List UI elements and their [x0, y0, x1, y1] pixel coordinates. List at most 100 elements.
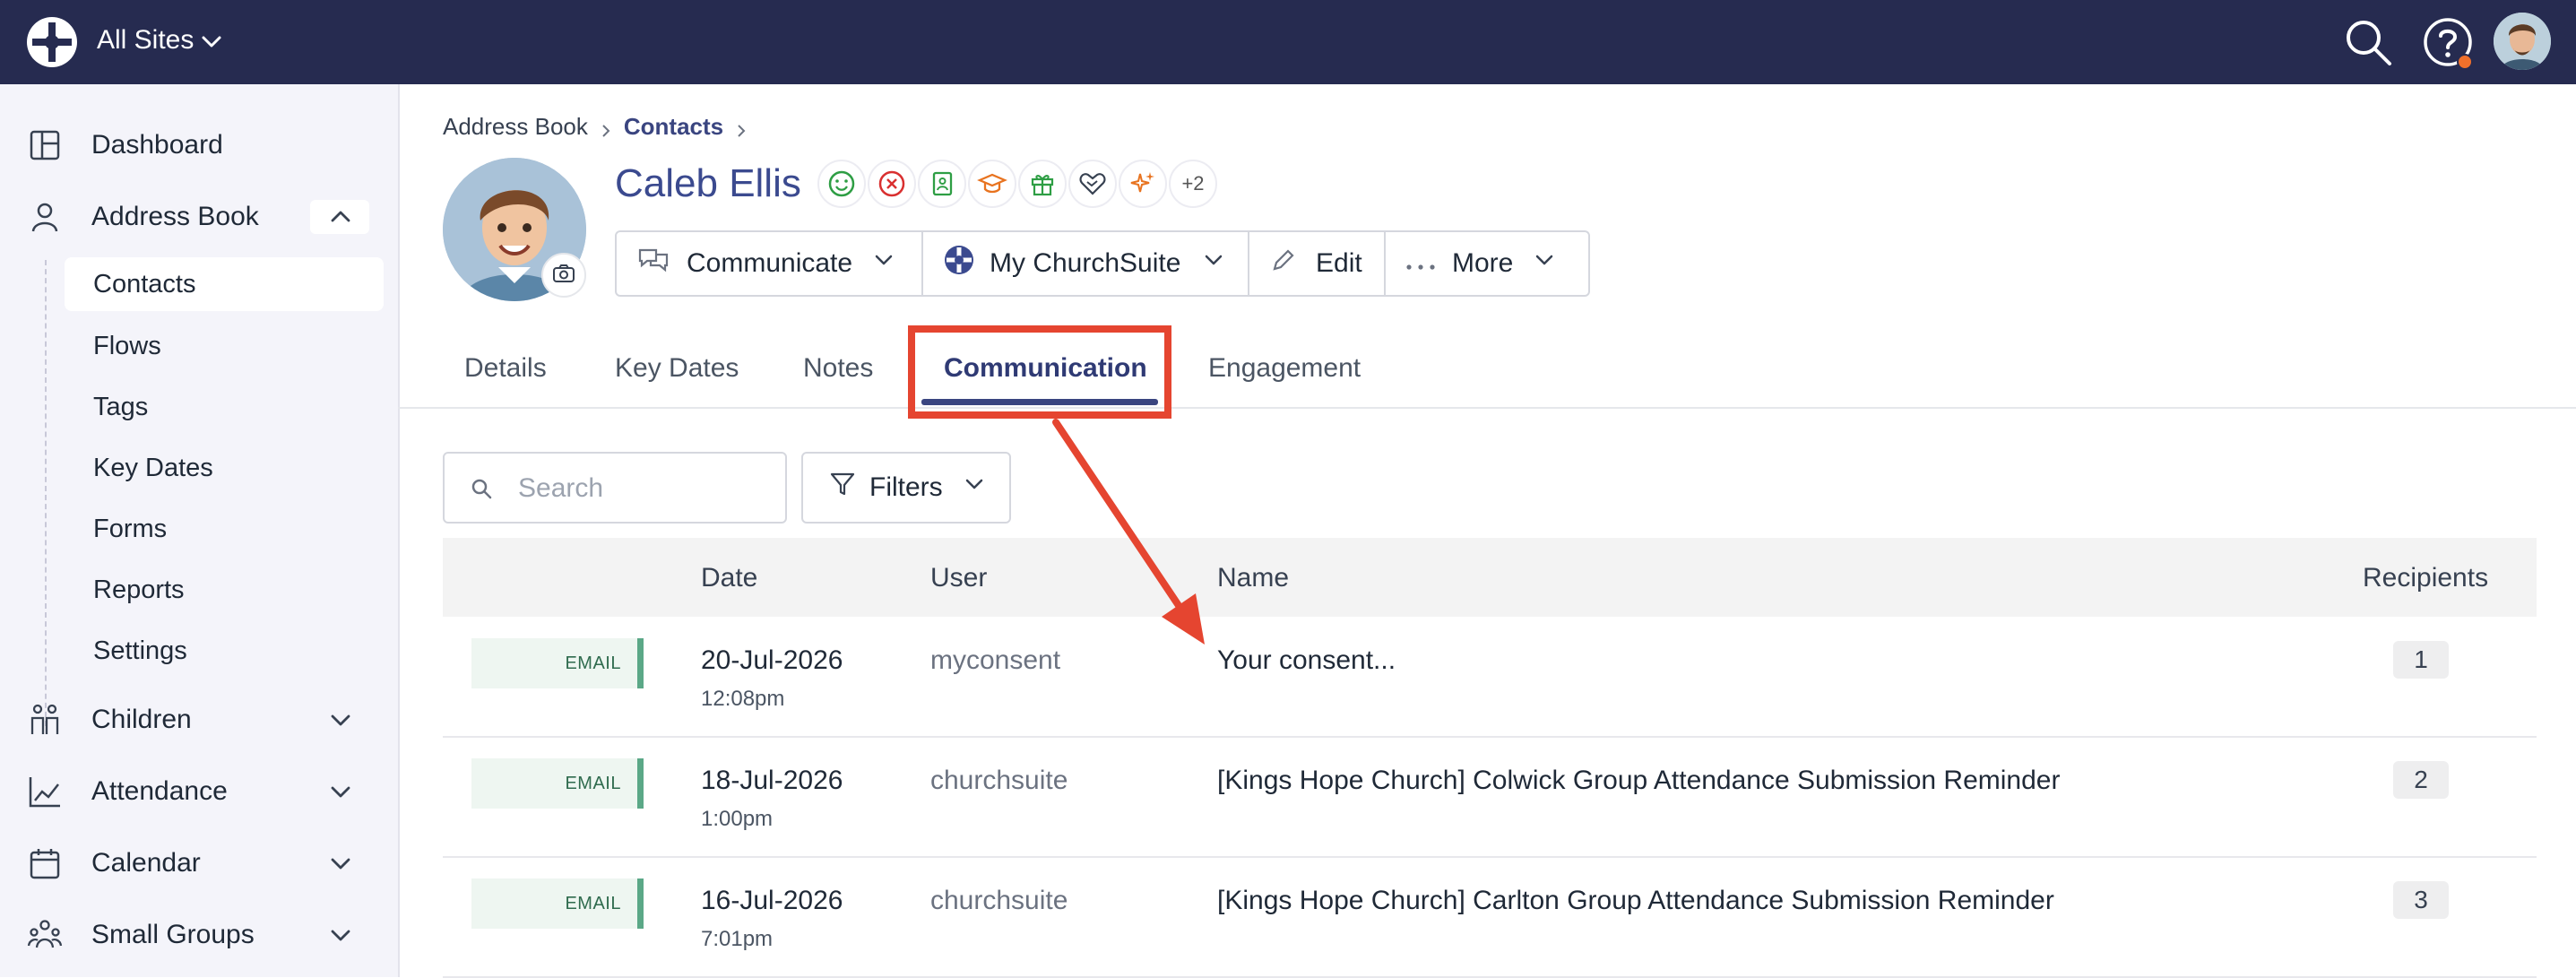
- row-name[interactable]: [Kings Hope Church] Colwick Group Attend…: [1217, 766, 2060, 796]
- contact-actions: Communicate My ChurchSuite Edit More: [615, 230, 1590, 297]
- communicate-button[interactable]: Communicate: [617, 232, 923, 295]
- row-user: churchsuite: [930, 886, 1068, 915]
- sidebar-subitem-forms[interactable]: Forms: [65, 502, 384, 556]
- filter-icon: [828, 470, 857, 506]
- churchsuite-logo-icon: [943, 244, 975, 283]
- sparkle-icon[interactable]: [1119, 160, 1167, 208]
- recipients-count: 1: [2393, 641, 2449, 679]
- email-type-badge: EMAIL: [471, 878, 644, 929]
- camera-icon: [551, 261, 576, 290]
- chart-icon: [27, 774, 63, 809]
- sidebar-item-small-groups[interactable]: Small Groups: [0, 908, 398, 962]
- table-row[interactable]: EMAIL 20-Jul-2026 12:08pm myconsent Your…: [443, 617, 2537, 738]
- sidebar-item-dashboard[interactable]: Dashboard: [0, 118, 398, 172]
- more-tags-count[interactable]: +2: [1169, 160, 1217, 208]
- chevron-down-icon: [1202, 248, 1225, 279]
- row-time: 1:00pm: [701, 807, 774, 831]
- email-type-badge: EMAIL: [471, 638, 644, 688]
- site-selector-label[interactable]: All Sites: [97, 25, 194, 56]
- sidebar-subitem-reports[interactable]: Reports: [65, 563, 384, 617]
- annotation-highlight-box: [908, 325, 1171, 419]
- row-name[interactable]: [Kings Hope Church] Carlton Group Attend…: [1217, 886, 2054, 916]
- dashboard-icon: [27, 127, 63, 163]
- sidebar-subitem-tags[interactable]: Tags: [65, 380, 384, 434]
- chevron-down-icon: [1533, 248, 1556, 279]
- email-type-badge: EMAIL: [471, 758, 644, 809]
- contact-tags: +2: [817, 160, 1219, 208]
- search-input[interactable]: [516, 470, 771, 507]
- heart-handshake-icon[interactable]: [1068, 160, 1117, 208]
- sidebar-item-label: Children: [91, 705, 192, 734]
- sidebar-subitem-contacts[interactable]: Contacts: [65, 257, 384, 311]
- recipients-count: 2: [2393, 761, 2449, 799]
- column-header-name[interactable]: Name: [1217, 563, 1289, 593]
- row-time: 12:08pm: [701, 687, 785, 711]
- chevron-down-icon[interactable]: [199, 29, 224, 54]
- churchsuite-logo-icon[interactable]: [25, 15, 79, 69]
- sidebar-item-label: Calendar: [91, 848, 201, 878]
- top-bar: All Sites: [0, 0, 2576, 84]
- filters-button[interactable]: Filters: [801, 452, 1011, 524]
- search-icon[interactable]: [2341, 15, 2395, 69]
- sidebar-subitem-flows[interactable]: Flows: [65, 319, 384, 373]
- row-user: churchsuite: [930, 766, 1068, 795]
- smile-icon[interactable]: [817, 160, 866, 208]
- user-avatar[interactable]: [2494, 13, 2551, 70]
- sidebar-item-calendar[interactable]: Calendar: [0, 836, 398, 890]
- sidebar-item-label: Attendance: [91, 776, 228, 806]
- chevron-down-icon: [324, 704, 357, 736]
- sidebar-subitem-key-dates[interactable]: Key Dates: [65, 441, 384, 495]
- row-time: 7:01pm: [701, 927, 774, 951]
- pencil-icon: [1269, 246, 1298, 281]
- sidebar-item-label: Small Groups: [91, 920, 255, 949]
- row-user: myconsent: [930, 645, 1061, 675]
- mychurchsuite-button[interactable]: My ChurchSuite: [923, 232, 1249, 295]
- chat-bubbles-icon: [636, 245, 670, 282]
- contact-card-icon[interactable]: [918, 160, 966, 208]
- sidebar-item-label: Dashboard: [91, 130, 223, 160]
- submenu-guide-line: [45, 260, 47, 726]
- person-icon: [27, 199, 63, 235]
- sidebar-item-address-book[interactable]: Address Book: [0, 190, 398, 244]
- chevron-down-icon: [963, 472, 986, 503]
- tab-engagement[interactable]: Engagement: [1208, 353, 1361, 384]
- sidebar: Dashboard Address Book Contacts Flows Ta…: [0, 84, 400, 977]
- chevron-down-icon: [872, 248, 895, 279]
- row-date: 16-Jul-2026: [701, 886, 843, 915]
- group-icon: [27, 917, 63, 953]
- column-header-date[interactable]: Date: [701, 563, 757, 593]
- change-photo-button[interactable]: [541, 253, 586, 298]
- row-date: 20-Jul-2026: [701, 645, 843, 675]
- graduation-cap-icon[interactable]: [968, 160, 1016, 208]
- calendar-icon: [27, 845, 63, 881]
- chevron-right-icon: [597, 118, 615, 137]
- breadcrumb: Address Book Contacts: [443, 113, 759, 141]
- table-row[interactable]: EMAIL 18-Jul-2026 1:00pm churchsuite [Ki…: [443, 737, 2537, 858]
- tabs-divider: [398, 407, 2576, 409]
- recipients-count: 3: [2393, 881, 2449, 919]
- search-icon: [470, 477, 493, 505]
- contact-name: Caleb Ellis: [615, 161, 801, 205]
- search-field[interactable]: [443, 452, 787, 524]
- row-name[interactable]: Your consent...: [1217, 645, 1396, 676]
- column-header-recipients[interactable]: Recipients: [2363, 563, 2488, 593]
- breadcrumb-contacts[interactable]: Contacts: [624, 113, 723, 141]
- sidebar-subitem-settings[interactable]: Settings: [65, 624, 384, 678]
- edit-button[interactable]: Edit: [1249, 232, 1386, 295]
- chevron-down-icon: [324, 847, 357, 879]
- sidebar-item-children[interactable]: Children: [0, 693, 398, 747]
- tab-key-dates[interactable]: Key Dates: [615, 353, 739, 384]
- breadcrumb-address-book[interactable]: Address Book: [443, 113, 588, 141]
- notification-dot: [2457, 54, 2473, 70]
- tab-notes[interactable]: Notes: [803, 353, 873, 384]
- table-row[interactable]: EMAIL 16-Jul-2026 7:01pm churchsuite [Ki…: [443, 857, 2537, 978]
- tab-details[interactable]: Details: [464, 353, 547, 384]
- column-header-user[interactable]: User: [930, 563, 987, 593]
- ellipsis-icon: [1405, 248, 1436, 279]
- blocked-icon[interactable]: [868, 160, 916, 208]
- chevron-down-icon: [324, 919, 357, 951]
- chevron-right-icon: [732, 118, 750, 137]
- sidebar-item-attendance[interactable]: Attendance: [0, 765, 398, 818]
- more-button[interactable]: More: [1386, 232, 1588, 295]
- gift-icon[interactable]: [1018, 160, 1067, 208]
